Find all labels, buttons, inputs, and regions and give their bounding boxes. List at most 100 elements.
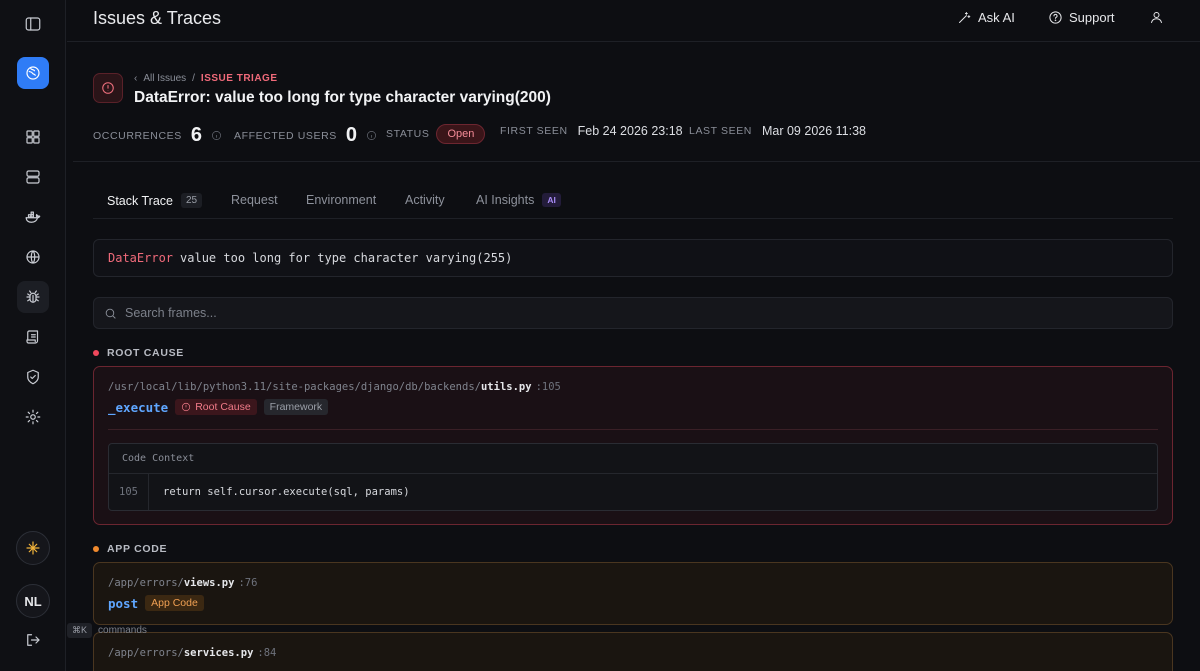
frame-path: /usr/local/lib/python3.11/site-packages/… — [108, 381, 561, 393]
status-badge[interactable]: Open — [436, 124, 486, 144]
info-icon[interactable] — [366, 130, 377, 141]
logout-button[interactable] — [17, 624, 49, 656]
frame-path-dir: /app/errors/ — [108, 647, 184, 659]
frame-function-row: post App Code — [108, 595, 204, 611]
frame-path: /app/errors/views.py:76 — [108, 577, 257, 589]
code-line: 105 return self.cursor.execute(sql, para… — [109, 474, 1157, 510]
root-cause-section-header: ROOT CAUSE — [93, 347, 184, 359]
info-icon[interactable] — [211, 130, 222, 141]
frame-file: services.py — [183, 647, 254, 659]
issue-title: DataError: value too long for type chara… — [134, 89, 551, 106]
code-source: return self.cursor.execute(sql, params) — [163, 486, 410, 498]
sidebar-toggle-button[interactable] — [17, 8, 49, 40]
app-code-label: APP CODE — [107, 543, 168, 555]
root-cause-tag-label: Root Cause — [195, 401, 251, 413]
logout-icon — [27, 634, 40, 646]
occurrences-stat: OCCURRENCES 6 — [93, 124, 222, 147]
tab-stack-trace[interactable]: Stack Trace 25 — [107, 193, 203, 208]
sidebar-item-dashboard[interactable] — [17, 121, 49, 153]
status-label: STATUS — [386, 128, 430, 140]
globe-logo-icon — [26, 66, 40, 80]
first-seen-stat: FIRST SEEN Feb 24 2026 23:18 — [500, 124, 683, 138]
breadcrumb-all-issues-link[interactable]: All Issues — [143, 73, 186, 84]
header-divider — [73, 161, 1200, 162]
sidebar-item-logs[interactable] — [17, 321, 49, 353]
avatar-initials: NL — [24, 593, 42, 609]
tab-activity[interactable]: Activity — [405, 193, 445, 207]
shield-check-icon — [27, 369, 39, 385]
ask-ai-label: Ask AI — [978, 10, 1015, 25]
tab-environment[interactable]: Environment — [306, 193, 376, 207]
tab-request[interactable]: Request — [231, 193, 278, 207]
issue-alert-badge — [93, 73, 123, 103]
support-button[interactable]: Support — [1048, 10, 1115, 25]
last-seen-value: Mar 09 2026 11:38 — [761, 124, 866, 138]
user-avatar-button[interactable]: NL — [16, 584, 50, 618]
code-context-header: Code Context — [109, 444, 1157, 474]
ai-badge: AI — [542, 193, 561, 207]
help-circle-icon — [1049, 11, 1062, 24]
alert-circle-icon — [182, 402, 191, 412]
sidebar-item-settings[interactable] — [17, 401, 49, 433]
sidebar: NL — [0, 0, 66, 671]
search-icon — [105, 308, 116, 319]
page-title: Issues & Traces — [93, 8, 222, 28]
sidebar-item-security[interactable] — [17, 361, 49, 393]
tab-label: Stack Trace — [107, 193, 173, 208]
user-icon — [1151, 12, 1162, 23]
affected-users-label: AFFECTED USERS — [234, 129, 337, 142]
sidebar-item-network[interactable] — [17, 241, 49, 273]
app-logo-button[interactable] — [17, 57, 49, 89]
sidebar-item-servers[interactable] — [17, 161, 49, 193]
root-cause-label: ROOT CAUSE — [107, 347, 185, 359]
first-seen-value: Feb 24 2026 23:18 — [577, 124, 683, 138]
sidebar-toggle-icon — [25, 17, 41, 31]
tab-bar: Stack Trace 25 Request Environment Activ… — [93, 181, 1173, 219]
ask-ai-button[interactable]: Ask AI — [957, 10, 1015, 25]
sidebar-item-containers[interactable] — [17, 201, 49, 233]
tab-label: Environment — [306, 193, 377, 207]
scroll-icon — [26, 330, 39, 344]
last-seen-stat: LAST SEEN Mar 09 2026 11:38 — [689, 124, 866, 138]
frame-path: /app/errors/services.py:84 — [108, 647, 276, 659]
app-code-dot — [93, 546, 99, 552]
first-seen-label: FIRST SEEN — [500, 125, 568, 137]
sparkle-ai-button[interactable] — [16, 531, 50, 565]
top-bar: Issues & Traces Ask AI Support — [67, 0, 1200, 42]
tab-label: AI Insights — [476, 193, 535, 207]
sparkle-icon — [26, 541, 40, 555]
stack-frame-root[interactable]: /usr/local/lib/python3.11/site-packages/… — [93, 366, 1173, 525]
frame-line-number: :84 — [257, 647, 277, 659]
search-frames-input[interactable] — [125, 306, 725, 320]
code-line-number: 105 — [109, 474, 149, 510]
frame-function: post — [108, 595, 139, 611]
profile-button[interactable] — [1149, 10, 1164, 25]
search-frames-box — [93, 297, 1173, 329]
error-type: DataError — [108, 251, 174, 265]
frame-file: views.py — [183, 577, 235, 589]
frame-file: utils.py — [480, 381, 532, 393]
app-code-tag: App Code — [145, 595, 204, 611]
support-label: Support — [1069, 10, 1115, 25]
last-seen-label: LAST SEEN — [689, 125, 752, 137]
magic-wand-icon — [959, 12, 971, 23]
affected-users-value: 0 — [345, 124, 358, 146]
status-stat: STATUS Open — [386, 124, 486, 144]
tab-ai-insights[interactable]: AI Insights AI — [476, 193, 561, 207]
sidebar-item-issues[interactable] — [17, 281, 49, 313]
tab-count-badge: 25 — [181, 193, 203, 208]
root-cause-dot — [93, 350, 99, 356]
root-cause-tag: Root Cause — [175, 399, 257, 415]
occurrences-label: OCCURRENCES — [93, 129, 182, 142]
tab-label: Activity — [405, 193, 445, 207]
stack-frame-services[interactable]: /app/errors/services.py:84 — [93, 632, 1173, 671]
app-code-section-header: APP CODE — [93, 543, 167, 555]
docker-whale-icon — [25, 211, 41, 223]
framework-tag: Framework — [263, 399, 329, 415]
stack-frame-views[interactable]: /app/errors/views.py:76 post App Code — [93, 562, 1173, 625]
gear-icon — [25, 409, 41, 425]
chevron-left-icon: ‹ — [134, 73, 138, 84]
frame-path-dir: /usr/local/lib/python3.11/site-packages/… — [108, 381, 481, 393]
command-palette-hint[interactable]: ⌘K commands — [67, 623, 147, 638]
code-context-box: Code Context 105 return self.cursor.exec… — [108, 443, 1158, 511]
